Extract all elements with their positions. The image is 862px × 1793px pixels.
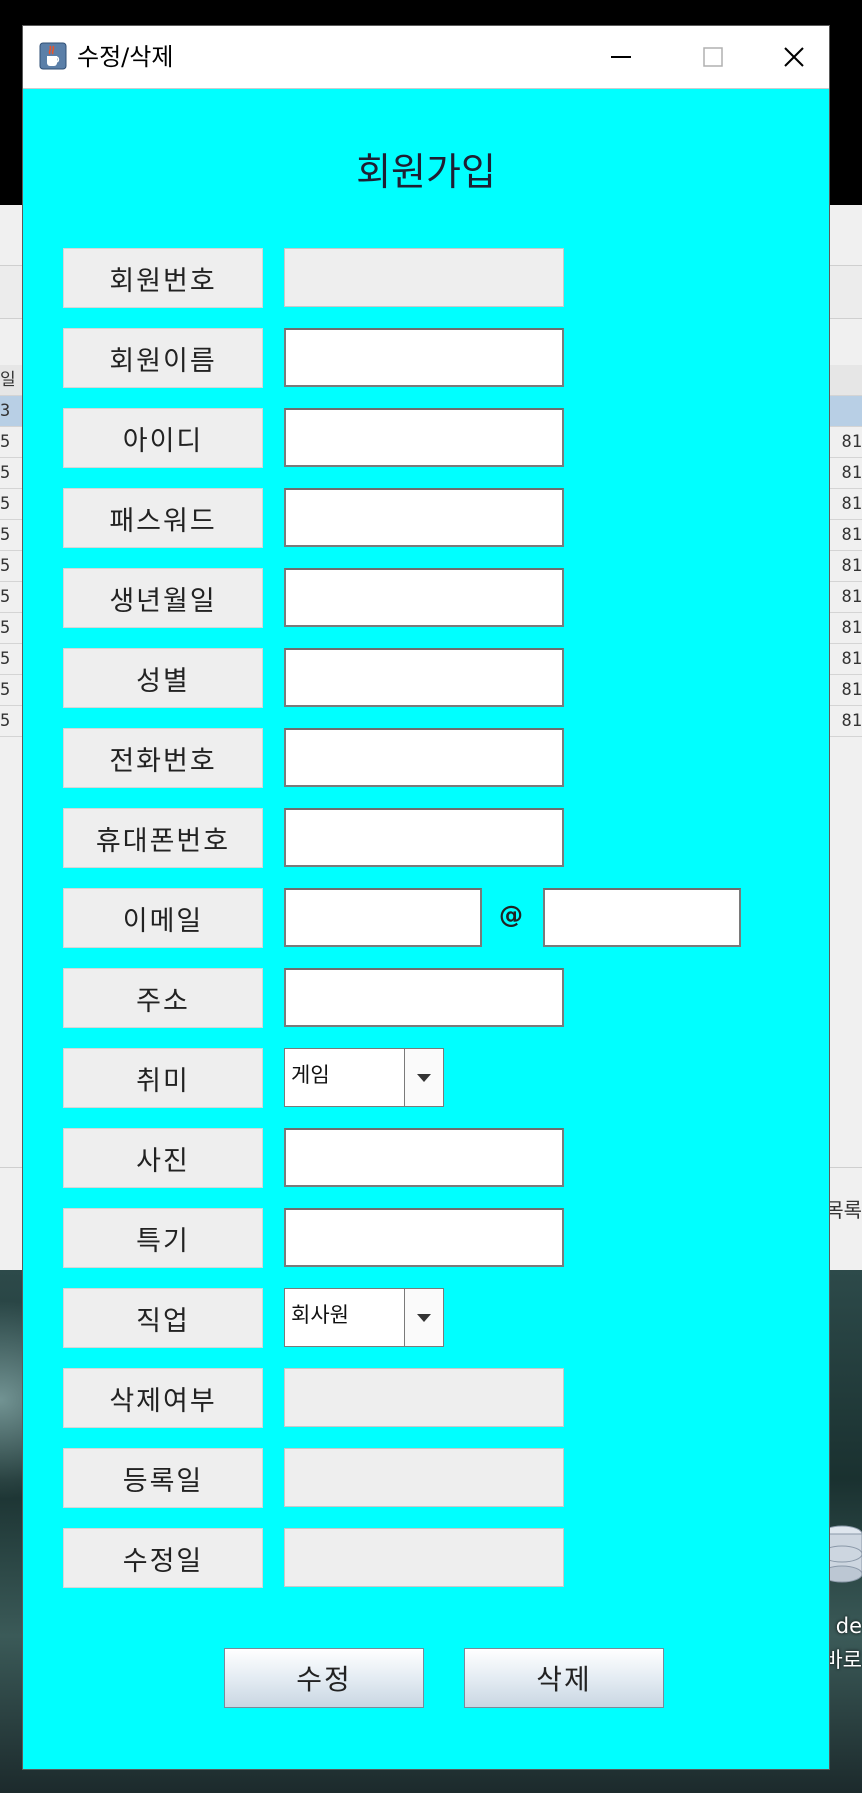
label-job: 직업	[63, 1288, 263, 1348]
table-cell: 81	[841, 432, 862, 452]
minimize-button[interactable]	[575, 26, 667, 88]
table-cell: 81	[841, 525, 862, 545]
label-gender: 성별	[63, 648, 263, 708]
label-specialty: 특기	[63, 1208, 263, 1268]
label-user-id: 아이디	[63, 408, 263, 468]
member-name-field[interactable]	[284, 328, 564, 387]
edit-delete-dialog: 수정/삭제 회원가입 회원번호 회원이름 아이디 패스워드 생년월일 성별 전화…	[22, 25, 830, 1770]
java-cup-icon	[39, 42, 67, 70]
table-cell: 81	[841, 618, 862, 638]
table-cell: 5	[0, 525, 11, 545]
table-cell: 81	[841, 680, 862, 700]
password-field[interactable]	[284, 488, 564, 547]
label-photo: 사진	[63, 1128, 263, 1188]
label-address: 주소	[63, 968, 263, 1028]
table-cell: 5	[0, 587, 11, 607]
table-cell: 5	[0, 463, 11, 483]
gender-field[interactable]	[284, 648, 564, 707]
minimize-icon	[611, 56, 631, 58]
table-cell: 81	[841, 556, 862, 576]
label-modified-date: 수정일	[63, 1528, 263, 1588]
table-cell: 5	[0, 556, 11, 576]
table-cell: 81	[841, 649, 862, 669]
mobile-field[interactable]	[284, 808, 564, 867]
table-cell: 81	[841, 463, 862, 483]
label-hobby: 취미	[63, 1048, 263, 1108]
member-number-field[interactable]	[284, 248, 564, 307]
label-phone: 전화번호	[63, 728, 263, 788]
label-email: 이메일	[63, 888, 263, 948]
table-cell: 5	[0, 711, 11, 731]
address-field[interactable]	[284, 968, 564, 1027]
close-button[interactable]	[759, 26, 829, 88]
window-title: 수정/삭제	[77, 43, 174, 71]
update-button[interactable]: 수정	[224, 1648, 424, 1708]
table-cell: 5	[0, 494, 11, 514]
job-select[interactable]: 회사원	[284, 1288, 444, 1347]
table-cell: 5	[0, 618, 11, 638]
table-cell: 81	[841, 494, 862, 514]
registered-date-field[interactable]	[284, 1448, 564, 1507]
chevron-down-icon	[417, 1073, 431, 1082]
table-cell: 3	[0, 401, 11, 421]
specialty-field[interactable]	[284, 1208, 564, 1267]
label-password: 패스워드	[63, 488, 263, 548]
label-member-number: 회원번호	[63, 248, 263, 308]
photo-field[interactable]	[284, 1128, 564, 1187]
table-cell: 5	[0, 649, 11, 669]
birthdate-field[interactable]	[284, 568, 564, 627]
table-header-cell: 일	[0, 370, 16, 390]
maximize-icon	[703, 47, 723, 67]
modified-date-field[interactable]	[284, 1528, 564, 1587]
table-cell: 5	[0, 680, 11, 700]
job-selected-value: 회사원	[291, 1303, 349, 1327]
label-member-name: 회원이름	[63, 328, 263, 388]
deleted-flag-field[interactable]	[284, 1368, 564, 1427]
label-registered-date: 등록일	[63, 1448, 263, 1508]
label-birthdate: 생년월일	[63, 568, 263, 628]
table-cell: 5	[0, 432, 11, 452]
desktop-icon-label: de	[835, 1614, 862, 1638]
email-local-field[interactable]	[284, 888, 482, 947]
hobby-selected-value: 게임	[291, 1063, 330, 1087]
label-deleted-flag: 삭제여부	[63, 1368, 263, 1428]
email-at-sign: @	[499, 901, 523, 929]
hobby-dropdown-button[interactable]	[404, 1049, 443, 1106]
form-heading: 회원가입	[356, 150, 496, 194]
delete-button[interactable]: 삭제	[464, 1648, 664, 1708]
phone-field[interactable]	[284, 728, 564, 787]
chevron-down-icon	[417, 1313, 431, 1322]
title-bar[interactable]: 수정/삭제	[23, 26, 829, 89]
email-domain-field[interactable]	[543, 888, 741, 947]
maximize-button[interactable]	[667, 26, 759, 88]
label-mobile: 휴대폰번호	[63, 808, 263, 868]
user-id-field[interactable]	[284, 408, 564, 467]
table-cell: 81	[841, 711, 862, 731]
background-list-button[interactable]: 목록	[825, 1194, 862, 1223]
hobby-select[interactable]: 게임	[284, 1048, 444, 1107]
table-cell: 81	[841, 587, 862, 607]
close-icon	[784, 47, 804, 67]
job-dropdown-button[interactable]	[404, 1289, 443, 1346]
